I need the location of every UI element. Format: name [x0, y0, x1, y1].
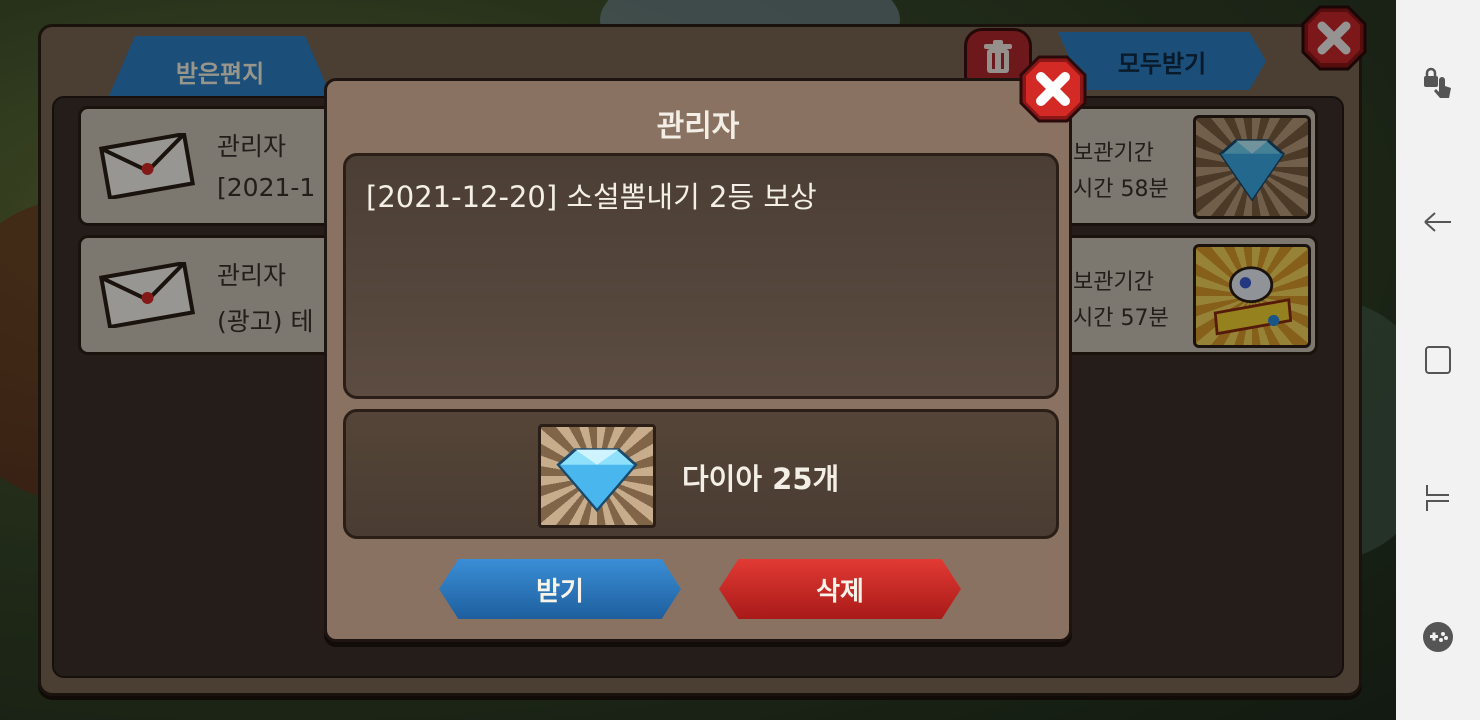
recent-apps-button[interactable] [1416, 338, 1460, 382]
dialog-title: 관리자 [656, 109, 740, 144]
message-text: [2021-12-20] 소설뽐내기 2등 보상 [366, 180, 817, 214]
message-box: [2021-12-20] 소설뽐내기 2등 보상 [343, 153, 1059, 399]
mail-detail-dialog: 관리자 [2021-12-20] 소설뽐내기 2등 보상 다이아 25개 받기 … [324, 78, 1072, 642]
touch-lock-button[interactable] [1416, 61, 1460, 105]
close-icon [1019, 55, 1087, 123]
recent-apps-icon [1425, 345, 1451, 374]
touch-lock-icon [1424, 67, 1451, 99]
game-tools-icon [1423, 621, 1453, 652]
diamond-icon [556, 448, 638, 513]
close-dialog-button[interactable] [1018, 54, 1088, 124]
receive-label: 받기 [536, 576, 584, 607]
receive-button[interactable]: 받기 [439, 559, 681, 619]
reward-item-text: 다이아 25개 [682, 462, 840, 496]
back-icon [1424, 211, 1451, 232]
screen: 받은편지 모두받기 관리자 [2021-1 보관기간 시간 58분 관리자 (광… [0, 0, 1480, 720]
delete-button[interactable]: 삭제 [719, 559, 961, 619]
fold-icon [1426, 485, 1449, 512]
reward-box: 다이아 25개 [343, 409, 1059, 539]
fold-button[interactable] [1416, 476, 1460, 520]
delete-label: 삭제 [816, 576, 864, 607]
back-button[interactable] [1416, 200, 1460, 244]
reward-item-frame [538, 424, 656, 528]
game-tools-button[interactable] [1416, 615, 1460, 659]
system-navigation-bar [1396, 0, 1480, 720]
